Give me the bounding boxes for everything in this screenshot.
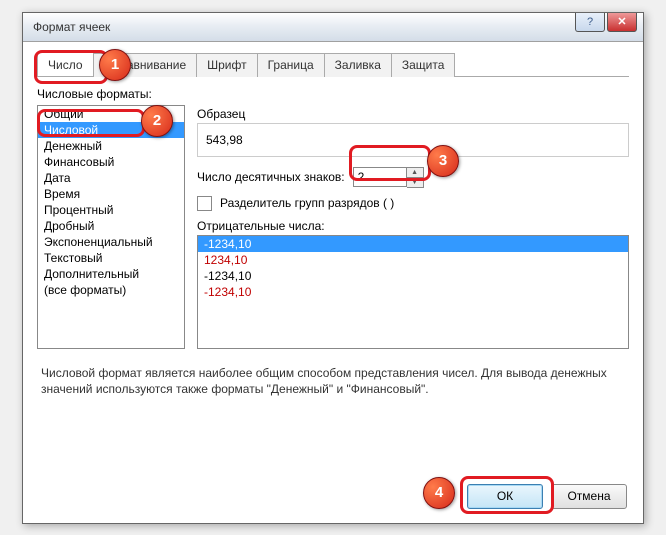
tab-Шрифт[interactable]: Шрифт <box>196 53 257 77</box>
ok-button[interactable]: ОК <box>467 484 543 509</box>
sample-box: 543,98 <box>197 123 629 157</box>
sample-label: Образец <box>197 107 629 121</box>
negative-item[interactable]: 1234,10 <box>198 252 628 268</box>
separator-checkbox[interactable] <box>197 196 212 211</box>
window-buttons: ? ✕ <box>575 13 637 32</box>
tab-Число[interactable]: Число <box>37 52 94 76</box>
dialog-footer: ОК Отмена <box>467 484 627 509</box>
main-row: ОбщийЧисловойДенежныйФинансовыйДатаВремя… <box>37 105 629 349</box>
window-title: Формат ячеек <box>33 20 110 34</box>
negatives-list[interactable]: -1234,101234,10-1234,10-1234,10 <box>197 235 629 349</box>
category-item[interactable]: Денежный <box>38 138 184 154</box>
decimal-input[interactable] <box>353 167 407 187</box>
tab-Граница[interactable]: Граница <box>257 53 325 77</box>
category-item[interactable]: Дополнительный <box>38 266 184 282</box>
category-item[interactable]: Процентный <box>38 202 184 218</box>
description-text: Числовой формат является наиболее общим … <box>41 365 625 399</box>
decimal-label: Число десятичных знаков: <box>197 170 345 184</box>
sample-value: 543,98 <box>206 133 243 147</box>
category-item[interactable]: Финансовый <box>38 154 184 170</box>
formats-label: Числовые форматы: <box>37 87 629 101</box>
tab-Защита[interactable]: Защита <box>391 53 456 77</box>
spinner-up-icon[interactable]: ▲ <box>407 168 423 178</box>
decimal-spinner[interactable]: ▲ ▼ <box>353 167 424 188</box>
category-item[interactable]: Дата <box>38 170 184 186</box>
options-panel: Образец 543,98 Число десятичных знаков: … <box>197 105 629 349</box>
dialog-content: ЧислоВыравниваниеШрифтГраницаЗаливкаЗащи… <box>23 42 643 425</box>
title-bar: Формат ячеек ? ✕ <box>23 13 643 42</box>
badge-3: 3 <box>427 145 459 177</box>
category-item[interactable]: Дробный <box>38 218 184 234</box>
spinner-down-icon[interactable]: ▼ <box>407 178 423 187</box>
category-item[interactable]: Экспоненциальный <box>38 234 184 250</box>
negatives-label: Отрицательные числа: <box>197 219 629 233</box>
cancel-button[interactable]: Отмена <box>551 484 627 509</box>
badge-2: 2 <box>141 105 173 137</box>
category-list[interactable]: ОбщийЧисловойДенежныйФинансовыйДатаВремя… <box>37 105 185 349</box>
badge-1: 1 <box>99 49 131 81</box>
help-button[interactable]: ? <box>575 13 605 32</box>
tab-Заливка[interactable]: Заливка <box>324 53 392 77</box>
badge-4: 4 <box>423 477 455 509</box>
decimal-line: Число десятичных знаков: ▲ ▼ <box>197 167 629 188</box>
negative-item[interactable]: -1234,10 <box>198 268 628 284</box>
separator-label: Разделитель групп разрядов ( ) <box>220 196 394 210</box>
negative-item[interactable]: -1234,10 <box>198 284 628 300</box>
category-item[interactable]: Текстовый <box>38 250 184 266</box>
negative-item[interactable]: -1234,10 <box>198 236 628 252</box>
category-item[interactable]: Время <box>38 186 184 202</box>
category-item[interactable]: (все форматы) <box>38 282 184 298</box>
format-cells-dialog: Формат ячеек ? ✕ ЧислоВыравниваниеШрифтГ… <box>22 12 644 524</box>
spinner-arrows: ▲ ▼ <box>407 167 424 188</box>
separator-line: Разделитель групп разрядов ( ) <box>197 196 629 211</box>
close-button[interactable]: ✕ <box>607 13 637 32</box>
